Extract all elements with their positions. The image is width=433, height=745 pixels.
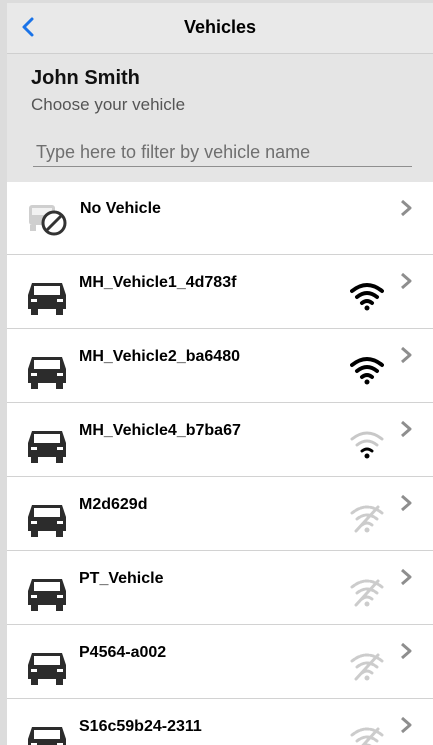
vehicle-row[interactable]: PT_Vehicle	[7, 551, 433, 625]
chevron-right-icon	[401, 346, 412, 364]
vehicle-filter-input[interactable]	[33, 138, 412, 167]
chevron-right-icon	[401, 199, 412, 217]
vehicle-label: S16c59b24-2311	[79, 718, 202, 735]
wifi-off-icon	[350, 505, 384, 533]
wifi-off-icon	[350, 579, 384, 607]
vehicle-label: MH_Vehicle2_ba6480	[79, 348, 240, 365]
vehicle-row[interactable]: MH_Vehicle2_ba6480	[7, 329, 433, 403]
wifi-strong-icon	[350, 283, 384, 311]
vehicle-label: P4564-a002	[79, 644, 167, 661]
vehicle-row[interactable]: M2d629d	[7, 477, 433, 551]
vehicle-label: M2d629d	[79, 496, 148, 513]
truck-icon	[28, 579, 66, 611]
chevron-right-icon	[401, 716, 412, 734]
chevron-right-icon	[401, 568, 412, 586]
no-vehicle-icon	[29, 205, 67, 236]
vehicle-label: PT_Vehicle	[79, 570, 164, 587]
wifi-off-icon	[350, 727, 384, 745]
app-screen: Vehicles John Smith Choose your vehicle …	[7, 3, 433, 745]
chevron-right-icon	[401, 494, 412, 512]
choose-vehicle-subtitle: Choose your vehicle	[31, 95, 186, 114]
truck-icon	[28, 357, 66, 389]
user-name: John Smith	[31, 67, 140, 89]
wifi-off-icon	[350, 653, 384, 681]
wifi-strong-icon	[350, 357, 384, 385]
vehicle-row[interactable]: P4564-a002	[7, 625, 433, 699]
vehicle-label: No Vehicle	[80, 200, 161, 217]
vehicle-row[interactable]: S16c59b24-2311	[7, 699, 433, 745]
chevron-right-icon	[401, 272, 412, 290]
chevron-right-icon	[401, 420, 412, 438]
truck-icon	[28, 505, 66, 537]
vehicle-row-no-vehicle[interactable]: No Vehicle	[7, 182, 433, 255]
wifi-weak-icon	[350, 431, 384, 459]
truck-icon	[28, 283, 66, 315]
truck-icon	[28, 431, 66, 463]
page-title: Vehicles	[183, 17, 257, 37]
user-header: John Smith Choose your vehicle	[7, 54, 433, 182]
nav-bar: Vehicles	[7, 3, 433, 54]
vehicle-label: MH_Vehicle4_b7ba67	[79, 422, 241, 439]
vehicle-row[interactable]: MH_Vehicle4_b7ba67	[7, 403, 433, 477]
vehicle-label: MH_Vehicle1_4d783f	[79, 274, 237, 291]
truck-icon	[28, 653, 66, 685]
vehicle-list: No Vehicle MH_Vehicle1_4d783f MH_Vehicle…	[7, 182, 433, 745]
truck-icon	[28, 727, 66, 745]
chevron-right-icon	[401, 642, 412, 660]
vehicle-row[interactable]: MH_Vehicle1_4d783f	[7, 255, 433, 329]
